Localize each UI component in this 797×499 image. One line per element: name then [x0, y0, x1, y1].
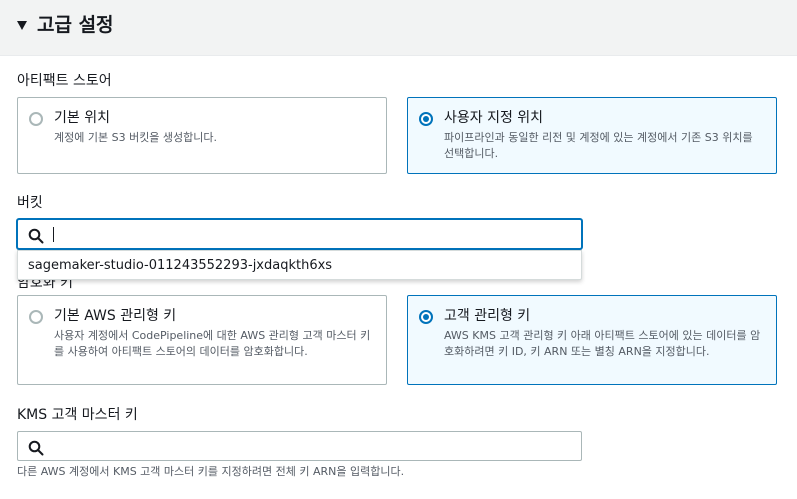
option-description: 계정에 기본 S3 버킷을 생성합니다. — [54, 131, 218, 144]
option-title: 기본 AWS 관리형 키 — [54, 308, 177, 324]
option-title: 기본 위치 — [54, 110, 110, 126]
radio-aws-managed-key[interactable] — [29, 310, 43, 324]
bucket-label: 버킷 — [17, 195, 43, 211]
radio-customer-managed-key[interactable] — [419, 310, 433, 324]
bucket-suggestions-dropdown: sagemaker-studio-011243552293-jxdaqkth6x… — [17, 250, 582, 280]
artifact-store-label: 아티팩트 스토어 — [17, 73, 112, 89]
option-description: 사용자 계정에서 CodePipeline에 대한 AWS 관리형 고객 마스터… — [54, 329, 371, 358]
advanced-settings-header[interactable]: 고급 설정 — [0, 0, 797, 56]
search-icon — [28, 228, 44, 244]
kms-key-label: KMS 고객 마스터 키 — [17, 407, 138, 423]
option-description: 파이프라인과 동일한 리전 및 계정에 있는 계정에서 기존 S3 위치를 선택… — [444, 131, 753, 160]
customer-managed-key-option[interactable]: 고객 관리형 키 AWS KMS 고객 관리형 키 아래 아티팩트 스토어에 있… — [407, 295, 777, 385]
kms-key-hint: 다른 AWS 계정에서 KMS 고객 마스터 키를 지정하려면 전체 키 ARN… — [17, 465, 405, 478]
default-location-option[interactable]: 기본 위치 계정에 기본 S3 버킷을 생성합니다. — [17, 97, 387, 174]
section-title: 고급 설정 — [37, 14, 114, 36]
option-title: 사용자 지정 위치 — [444, 110, 544, 126]
option-title: 고객 관리형 키 — [444, 308, 531, 324]
caret-down-icon[interactable] — [17, 21, 27, 30]
bucket-suggestion-option[interactable]: sagemaker-studio-011243552293-jxdaqkth6x… — [28, 256, 332, 276]
bucket-search-input[interactable] — [17, 219, 582, 249]
text-cursor — [53, 227, 54, 242]
radio-custom-location[interactable] — [419, 112, 433, 126]
radio-default-location[interactable] — [29, 112, 43, 126]
search-icon — [28, 440, 44, 456]
custom-location-option[interactable]: 사용자 지정 위치 파이프라인과 동일한 리전 및 계정에 있는 계정에서 기존… — [407, 97, 777, 174]
option-description: AWS KMS 고객 관리형 키 아래 아티팩트 스토어에 있는 데이터를 암호… — [444, 329, 761, 358]
aws-managed-key-option[interactable]: 기본 AWS 관리형 키 사용자 계정에서 CodePipeline에 대한 A… — [17, 295, 387, 385]
kms-key-search-input[interactable] — [17, 431, 582, 461]
